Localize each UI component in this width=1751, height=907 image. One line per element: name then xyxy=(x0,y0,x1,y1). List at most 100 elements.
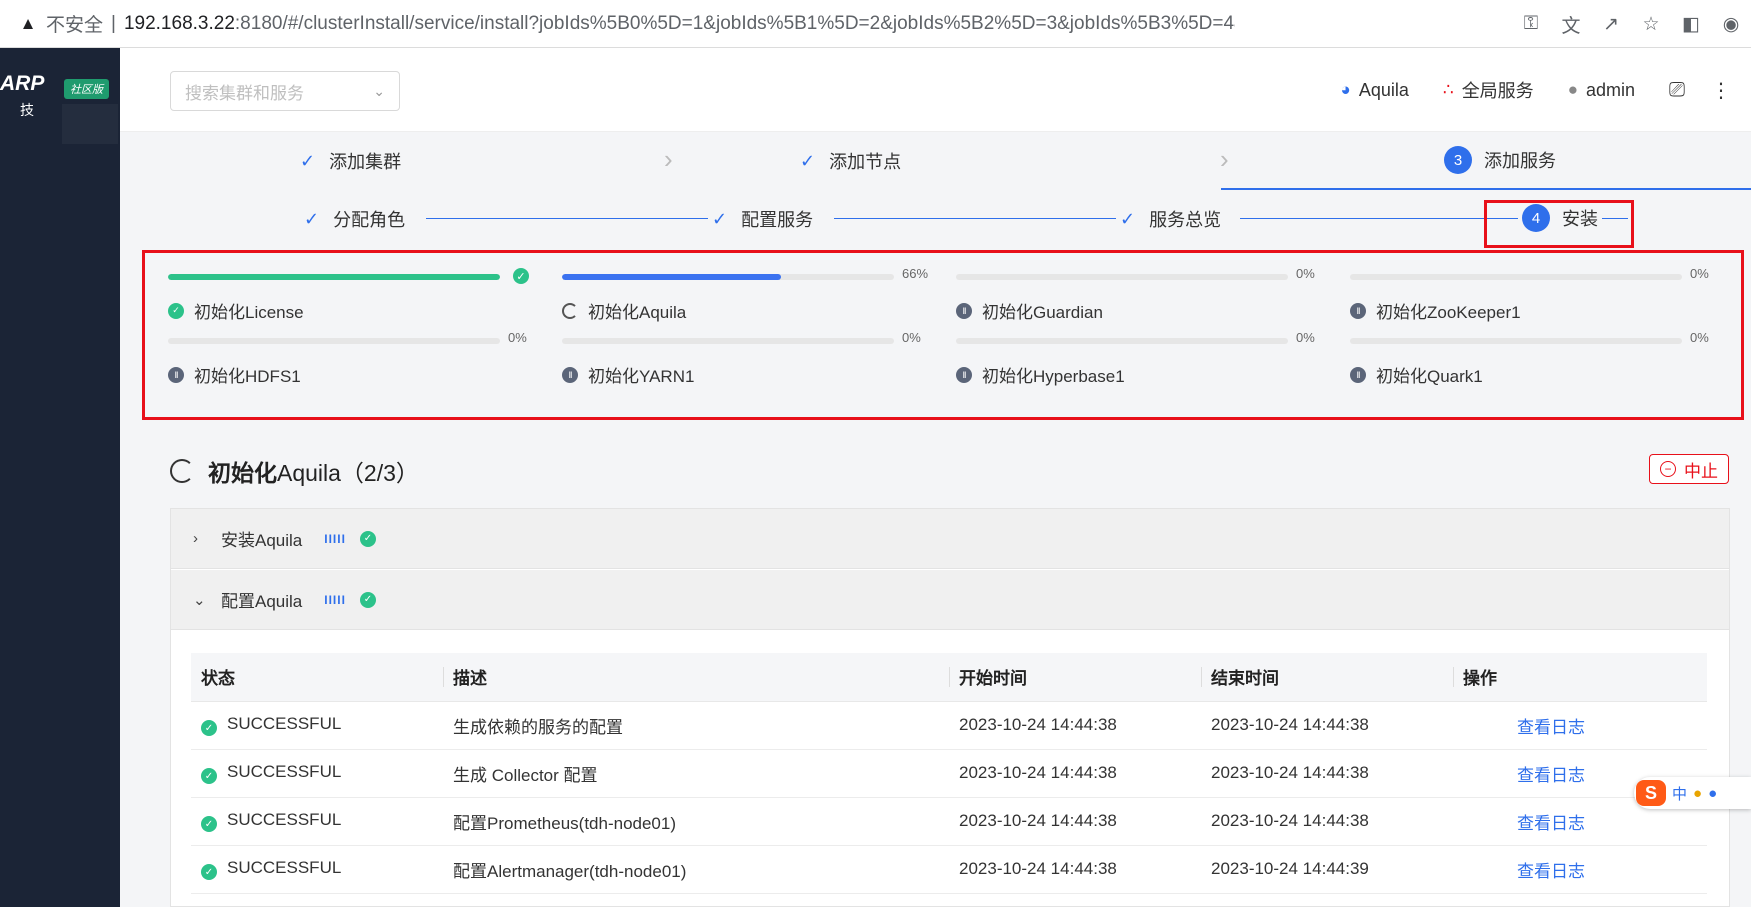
chevron-right-icon: › xyxy=(1220,144,1229,174)
more-menu-button[interactable]: ⋮ xyxy=(1711,78,1731,103)
success-icon: ✓ xyxy=(201,816,217,833)
aquila-link[interactable]: ◕ Aquila xyxy=(1341,80,1409,101)
step-add-service: 3 添加服务 xyxy=(1444,146,1556,174)
browser-address-bar[interactable]: ▲ 不安全 | 192.168.3.22 :8180/#/clusterInst… xyxy=(0,0,1751,48)
collapse-configure-aquila[interactable]: ⌄ 配置Aquila IIIII ✓ xyxy=(171,570,1729,630)
step-label: 服务总览 xyxy=(1149,210,1222,230)
detail-title: 初始化 Aquila（2/3） xyxy=(170,454,419,488)
detail-title-rest: Aquila（2/3） xyxy=(277,460,419,486)
step-add-cluster: ✓ 添加集群 xyxy=(300,148,401,174)
ime-language[interactable]: 中 xyxy=(1672,783,1687,804)
progress-bars-icon: IIIII xyxy=(324,531,346,546)
start-cell: 2023-10-24 14:44:38 xyxy=(949,797,1201,846)
success-icon: ✓ xyxy=(359,591,376,608)
status-cell: ✓ SUCCESSFUL xyxy=(191,701,443,750)
success-icon: ✓ xyxy=(201,864,217,881)
step-label: 添加服务 xyxy=(1484,151,1556,171)
ime-emoji-icon[interactable]: ● xyxy=(1693,785,1702,802)
status-cell: ✓ SUCCESSFUL xyxy=(191,845,443,894)
stop-icon: − xyxy=(1660,461,1676,477)
desc-cell: 配置Alertmanager(tdh-node01) xyxy=(443,845,949,894)
success-icon: ✓ xyxy=(201,768,217,785)
chevron-down-icon: ⌄ xyxy=(193,591,206,609)
column-header: 结束时间 xyxy=(1201,653,1453,702)
table-row: ✓ SUCCESSFUL 生成 Collector 配置 2023-10-24 1… xyxy=(191,749,1707,798)
global-services-link[interactable]: ∴ 全局服务 xyxy=(1443,77,1534,103)
highlight-box-task-grid xyxy=(142,250,1744,420)
step-label: 添加集群 xyxy=(329,152,402,172)
desc-cell: 生成 Collector 配置 xyxy=(443,749,949,798)
user-menu[interactable]: ● admin xyxy=(1568,80,1635,101)
end-cell: 2023-10-24 14:44:39 xyxy=(1201,845,1453,894)
progress-bars-icon: IIIII xyxy=(324,592,346,607)
translate-icon[interactable]: 文 xyxy=(1551,11,1591,38)
collapse-install-aquila[interactable]: › 安装Aquila IIIII ✓ xyxy=(171,509,1729,569)
success-icon: ✓ xyxy=(201,720,217,737)
end-cell: 2023-10-24 14:44:38 xyxy=(1201,749,1453,798)
table-row: ✓ SUCCESSFUL 生成依赖的服务的配置 2023-10-24 14:44:… xyxy=(191,701,1707,750)
table-header: 状态 描述 开始时间 结束时间 操作 xyxy=(191,653,1707,702)
start-cell: 2023-10-24 14:44:38 xyxy=(949,749,1201,798)
ime-logo-icon: S xyxy=(1636,780,1666,806)
table-row: ✓ SUCCESSFUL 配置Prometheus(tdh-node01) 202… xyxy=(191,797,1707,846)
side-panel-icon[interactable]: ◧ xyxy=(1671,13,1711,36)
stop-button[interactable]: − 中止 xyxy=(1649,454,1729,484)
job-detail-panel: › 安装Aquila IIIII ✓ ⌄ 配置Aquila IIIII ✓ 状态… xyxy=(170,508,1730,907)
insecure-label: 不安全 xyxy=(46,15,104,36)
global-services-icon: ∴ xyxy=(1442,80,1454,99)
check-icon: ✓ xyxy=(1120,208,1136,229)
logo-block xyxy=(62,104,118,144)
end-cell: 2023-10-24 14:44:38 xyxy=(1201,701,1453,750)
status-cell: ✓ SUCCESSFUL xyxy=(191,749,443,798)
view-log-link[interactable]: 查看日志 xyxy=(1453,701,1707,750)
main-steps: ✓ 添加集群 › ✓ 添加节点 › 3 添加服务 xyxy=(120,132,1751,190)
search-placeholder: 搜索集群和服务 xyxy=(185,83,304,103)
user-label: admin xyxy=(1585,79,1635,100)
step-number: 3 xyxy=(1444,146,1472,174)
search-select[interactable]: 搜索集群和服务 ⌄ xyxy=(170,71,400,111)
bookmark-star-icon[interactable]: ☆ xyxy=(1631,13,1671,36)
key-icon[interactable]: ⚿ xyxy=(1511,13,1551,35)
switch-language-button[interactable]: ⎚ xyxy=(1669,79,1693,102)
ime-toolbar[interactable]: S 中 ● ● xyxy=(1634,777,1751,809)
aquila-label: Aquila xyxy=(1358,79,1409,100)
check-icon: ✓ xyxy=(300,150,316,171)
column-header: 操作 xyxy=(1453,653,1707,702)
chevron-down-icon: ⌄ xyxy=(373,82,385,99)
ime-mic-icon[interactable]: ● xyxy=(1708,785,1717,802)
language-icon: ⎚ xyxy=(1669,78,1685,101)
column-header: 描述 xyxy=(443,653,949,702)
step-label: 分配角色 xyxy=(333,210,406,230)
step-table: 状态 描述 开始时间 结束时间 操作 ✓ SUCCESSFUL 生成依赖的服务的配… xyxy=(191,653,1707,894)
start-cell: 2023-10-24 14:44:38 xyxy=(949,845,1201,894)
section-label: 安装Aquila xyxy=(221,531,303,550)
chevron-right-icon: › xyxy=(664,144,673,174)
user-icon: ● xyxy=(1567,80,1578,99)
url-separator: | xyxy=(111,12,116,34)
step-label: 添加节点 xyxy=(829,152,902,172)
community-badge: 社区版 xyxy=(64,79,109,99)
step-add-node: ✓ 添加节点 xyxy=(800,148,901,174)
logo-subtitle: 技 xyxy=(20,102,34,118)
url-path: :8180/#/clusterInstall/service/install?j… xyxy=(234,12,1235,34)
logo[interactable]: ARP xyxy=(0,72,44,96)
aquila-icon: ◕ xyxy=(1340,80,1351,99)
detail-title-bold: 初始化 xyxy=(208,460,277,486)
start-cell: 2023-10-24 14:44:38 xyxy=(949,701,1201,750)
check-icon: ✓ xyxy=(800,150,816,171)
url-host: 192.168.3.22 xyxy=(123,12,235,34)
profile-icon[interactable]: ◉ xyxy=(1711,13,1751,36)
stop-label: 中止 xyxy=(1684,461,1718,481)
end-cell: 2023-10-24 14:44:38 xyxy=(1201,797,1453,846)
check-icon: ✓ xyxy=(712,208,728,229)
step-label: 配置服务 xyxy=(741,210,814,230)
status-cell: ✓ SUCCESSFUL xyxy=(191,797,443,846)
desc-cell: 配置Prometheus(tdh-node01) xyxy=(443,797,949,846)
table-row: ✓ SUCCESSFUL 配置Alertmanager(tdh-node01) 2… xyxy=(191,845,1707,894)
column-header: 开始时间 xyxy=(949,653,1201,702)
view-log-link[interactable]: 查看日志 xyxy=(1453,845,1707,894)
share-icon[interactable]: ↗ xyxy=(1591,13,1631,36)
loading-icon xyxy=(170,459,194,483)
substep-assign-roles: ✓ 分配角色 xyxy=(300,206,410,232)
substep-configure-services: ✓ 配置服务 xyxy=(708,206,818,232)
